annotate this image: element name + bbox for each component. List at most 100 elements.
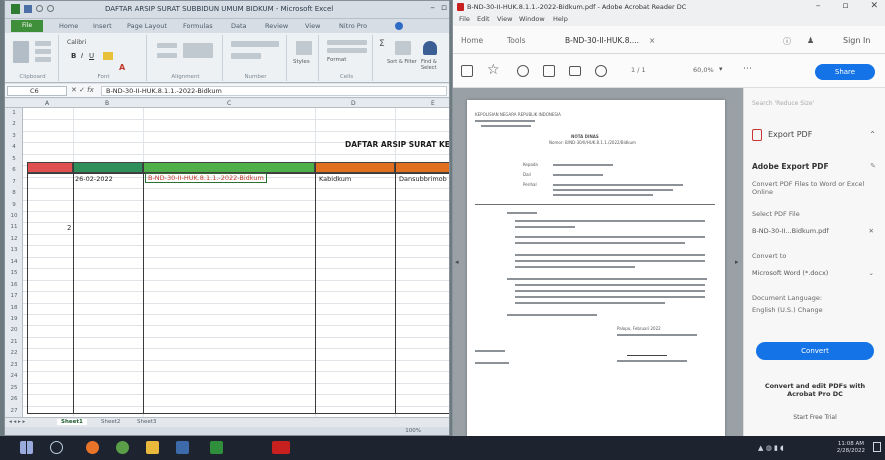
row-header[interactable]: 18 (5, 305, 23, 311)
align-left-icon[interactable] (157, 53, 177, 58)
styles-button[interactable]: Styles (293, 59, 310, 65)
function-icon[interactable]: ✕ ✓ fx (71, 86, 94, 94)
row-header[interactable]: 1 (5, 110, 23, 116)
search-zoom-icon[interactable] (595, 65, 607, 77)
font-name-box[interactable]: Calibri (67, 39, 86, 46)
acrobat-maximize-icon[interactable]: ▫ (842, 1, 848, 11)
row-header[interactable]: 10 (5, 213, 23, 219)
name-box[interactable]: C6 (7, 86, 67, 96)
selected-file[interactable]: B-ND-30-II...Bidkum.pdf ✕ (752, 224, 876, 238)
menu-file[interactable]: File (459, 15, 470, 23)
row-header[interactable]: 21 (5, 339, 23, 345)
redo-icon[interactable] (47, 5, 54, 12)
row-header[interactable]: 17 (5, 293, 23, 299)
row-header[interactable]: 6 (5, 167, 23, 173)
sheet-tab-sheet2[interactable]: Sheet2 (101, 419, 120, 425)
menu-view[interactable]: View (497, 15, 512, 23)
row-header[interactable]: 11 (5, 224, 23, 230)
italic-icon[interactable]: I (81, 52, 83, 60)
row-header[interactable]: 20 (5, 327, 23, 333)
row-header[interactable]: 19 (5, 316, 23, 322)
menu-help[interactable]: Help (553, 15, 568, 23)
cut-icon[interactable] (35, 41, 51, 46)
number-format-select[interactable] (231, 41, 279, 47)
excel-taskbar-icon[interactable] (210, 441, 223, 454)
row-header[interactable]: 23 (5, 362, 23, 368)
merge-center-icon[interactable] (183, 43, 213, 58)
export-settings-icon[interactable]: ✎ (870, 162, 876, 170)
document-language-value[interactable]: English (U.S.) Change (752, 306, 877, 314)
row-header[interactable]: 16 (5, 282, 23, 288)
spreadsheet-grid[interactable]: A B C D E 1 2 3 4 5 6 7 8 9 10 11 12 13 14 15 16 17 18 19 2… (5, 99, 449, 418)
upload-icon[interactable] (517, 65, 529, 77)
fill-color-icon[interactable] (103, 52, 113, 60)
tab-home[interactable]: Home (59, 22, 78, 30)
start-free-trial-link[interactable]: Start Free Trial (752, 414, 878, 421)
row-header[interactable]: 7 (5, 179, 23, 185)
help-icon[interactable] (395, 22, 403, 30)
sheet-tab-sheet1[interactable]: Sheet1 (57, 419, 87, 425)
help-circle-icon[interactable]: ⓘ (783, 36, 791, 47)
save-icon[interactable] (24, 5, 32, 13)
convert-button[interactable]: Convert (756, 342, 874, 360)
sheet-tab-sheet3[interactable]: Sheet3 (137, 419, 156, 425)
row-header[interactable]: 9 (5, 202, 23, 208)
acrobat-close-icon[interactable]: ✕ (870, 1, 878, 11)
windows-start-icon[interactable] (20, 441, 33, 454)
undo-icon[interactable] (36, 5, 43, 12)
tab-nitro-pro[interactable]: Nitro Pro (339, 22, 367, 30)
header-cell-to[interactable] (395, 162, 449, 173)
tab-document[interactable]: B-ND-30-II-HUK.8.... (565, 36, 639, 45)
header-cell-number[interactable] (143, 162, 315, 173)
cell-letter-number[interactable]: B-ND-30-II-HUK.8.1.1.-2022-Bidkum (145, 173, 267, 183)
column-header-d[interactable]: D (351, 99, 356, 108)
sheet-nav-icon[interactable]: ◂ ◂ ▸ ▸ (9, 419, 25, 425)
percent-icon[interactable] (231, 53, 261, 59)
tab-tools[interactable]: Tools (507, 36, 525, 45)
page-thumbnail-icon[interactable] (461, 65, 473, 77)
cells-area[interactable]: DAFTAR ARSIP SURAT KE 26-02-2022 B-ND-30… (23, 108, 449, 418)
menu-window[interactable]: Window (519, 15, 545, 23)
system-tray-icons[interactable]: ▲ ◍ ▮ ◖ (758, 444, 784, 452)
zoom-dropdown-icon[interactable]: ▾ (719, 65, 723, 73)
tab-page-layout[interactable]: Page Layout (127, 22, 167, 30)
row-header[interactable]: 12 (5, 236, 23, 242)
row-header[interactable]: 5 (5, 156, 23, 162)
tab-home-acrobat[interactable]: Home (461, 36, 483, 45)
document-view[interactable]: KEPOLISIAN NEGARA REPUBLIK INDONESIA NOT… (453, 88, 743, 436)
bold-icon[interactable]: B (71, 52, 76, 60)
row-header[interactable]: 26 (5, 396, 23, 402)
remove-file-icon[interactable]: ✕ (869, 224, 874, 238)
row-header[interactable]: 24 (5, 373, 23, 379)
excel-zoom-level[interactable]: 100% (405, 428, 421, 434)
sort-filter-button[interactable]: Sort & Filter (387, 59, 417, 65)
close-tab-icon[interactable]: × (649, 36, 655, 45)
tab-insert[interactable]: Insert (93, 22, 112, 30)
header-cell-no[interactable] (27, 162, 73, 173)
page-number-field[interactable]: 1 / 1 (631, 66, 646, 74)
convert-to-select[interactable]: Microsoft Word (*.docx) ⌄ (752, 266, 876, 280)
row-header[interactable]: 22 (5, 350, 23, 356)
row-header[interactable]: 3 (5, 133, 23, 139)
align-top-icon[interactable] (157, 43, 177, 48)
expand-right-pane-icon[interactable]: ▸ (735, 258, 739, 266)
row-header[interactable]: 13 (5, 247, 23, 253)
paste-button[interactable] (13, 41, 29, 63)
acrobat-taskbar-icon[interactable] (272, 441, 290, 454)
header-cell-date[interactable] (73, 162, 143, 173)
underline-icon[interactable]: U (89, 52, 94, 60)
delete-cells-icon[interactable] (327, 48, 367, 53)
zoom-level-field[interactable]: 60,0% (693, 66, 714, 74)
header-cell-from[interactable] (315, 162, 395, 173)
row-header[interactable]: 2 (5, 121, 23, 127)
format-button[interactable]: Format (327, 57, 346, 63)
column-header-a[interactable]: A (45, 99, 49, 108)
cell-from[interactable]: Kabidkum (319, 175, 351, 183)
find-select-button[interactable]: Find & Select (421, 59, 449, 71)
sort-filter-icon[interactable] (395, 41, 411, 55)
mail-icon[interactable] (569, 66, 581, 76)
row-header[interactable]: 25 (5, 385, 23, 391)
cell-date[interactable]: 26-02-2022 (75, 175, 113, 183)
minimize-icon[interactable]: – (430, 3, 435, 13)
find-select-icon[interactable] (423, 41, 437, 55)
